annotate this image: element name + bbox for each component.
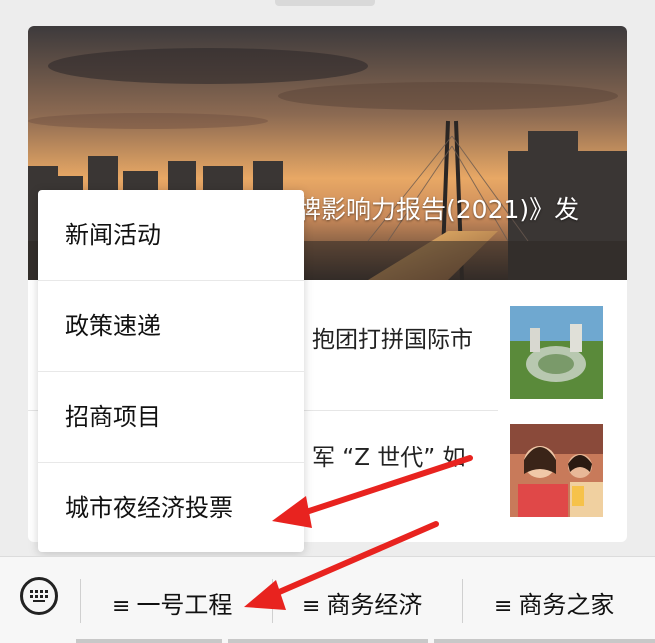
- article-thumbnail: [510, 306, 603, 399]
- article-title: 抱团打拼国际市: [312, 327, 473, 353]
- scroll-indicator: [228, 639, 428, 643]
- popup-menu: 新闻活动 政策速递 招商项目 城市夜经济投票: [38, 190, 304, 552]
- bar-divider: [272, 579, 273, 623]
- menu-item-news[interactable]: 新闻活动: [38, 190, 304, 280]
- menu-lines-icon: ≡: [302, 594, 321, 619]
- menu-item-policy[interactable]: 政策速递: [38, 281, 304, 371]
- keyboard-icon[interactable]: [20, 577, 58, 615]
- hero-title: 牌影响力报告(2021)》发: [296, 195, 580, 224]
- status-strip: [0, 0, 655, 26]
- article-title: 军 “Z 世代” 如: [312, 445, 466, 471]
- bar-divider: [80, 579, 81, 623]
- article-thumbnail: [510, 424, 603, 517]
- tab-yihao-gongcheng[interactable]: ≡ 一号工程: [112, 585, 232, 620]
- tab-label: 商务经济: [326, 591, 423, 619]
- tab-label: 商务之家: [518, 591, 615, 619]
- tab-shangwu-zhijia[interactable]: ≡ 商务之家: [494, 585, 614, 620]
- tab-shangwu-jingji[interactable]: ≡ 商务经济: [302, 585, 422, 620]
- bottom-menu-bar: ≡ 一号工程 ≡ 商务经济 ≡ 商务之家: [0, 556, 655, 643]
- menu-item-night-economy-vote[interactable]: 城市夜经济投票: [38, 463, 304, 553]
- scroll-indicator: [76, 639, 222, 643]
- menu-item-projects[interactable]: 招商项目: [38, 372, 304, 462]
- scroll-indicator: [434, 639, 655, 643]
- bar-divider: [462, 579, 463, 623]
- tab-label: 一号工程: [136, 591, 233, 619]
- menu-lines-icon: ≡: [112, 594, 131, 619]
- menu-lines-icon: ≡: [494, 594, 513, 619]
